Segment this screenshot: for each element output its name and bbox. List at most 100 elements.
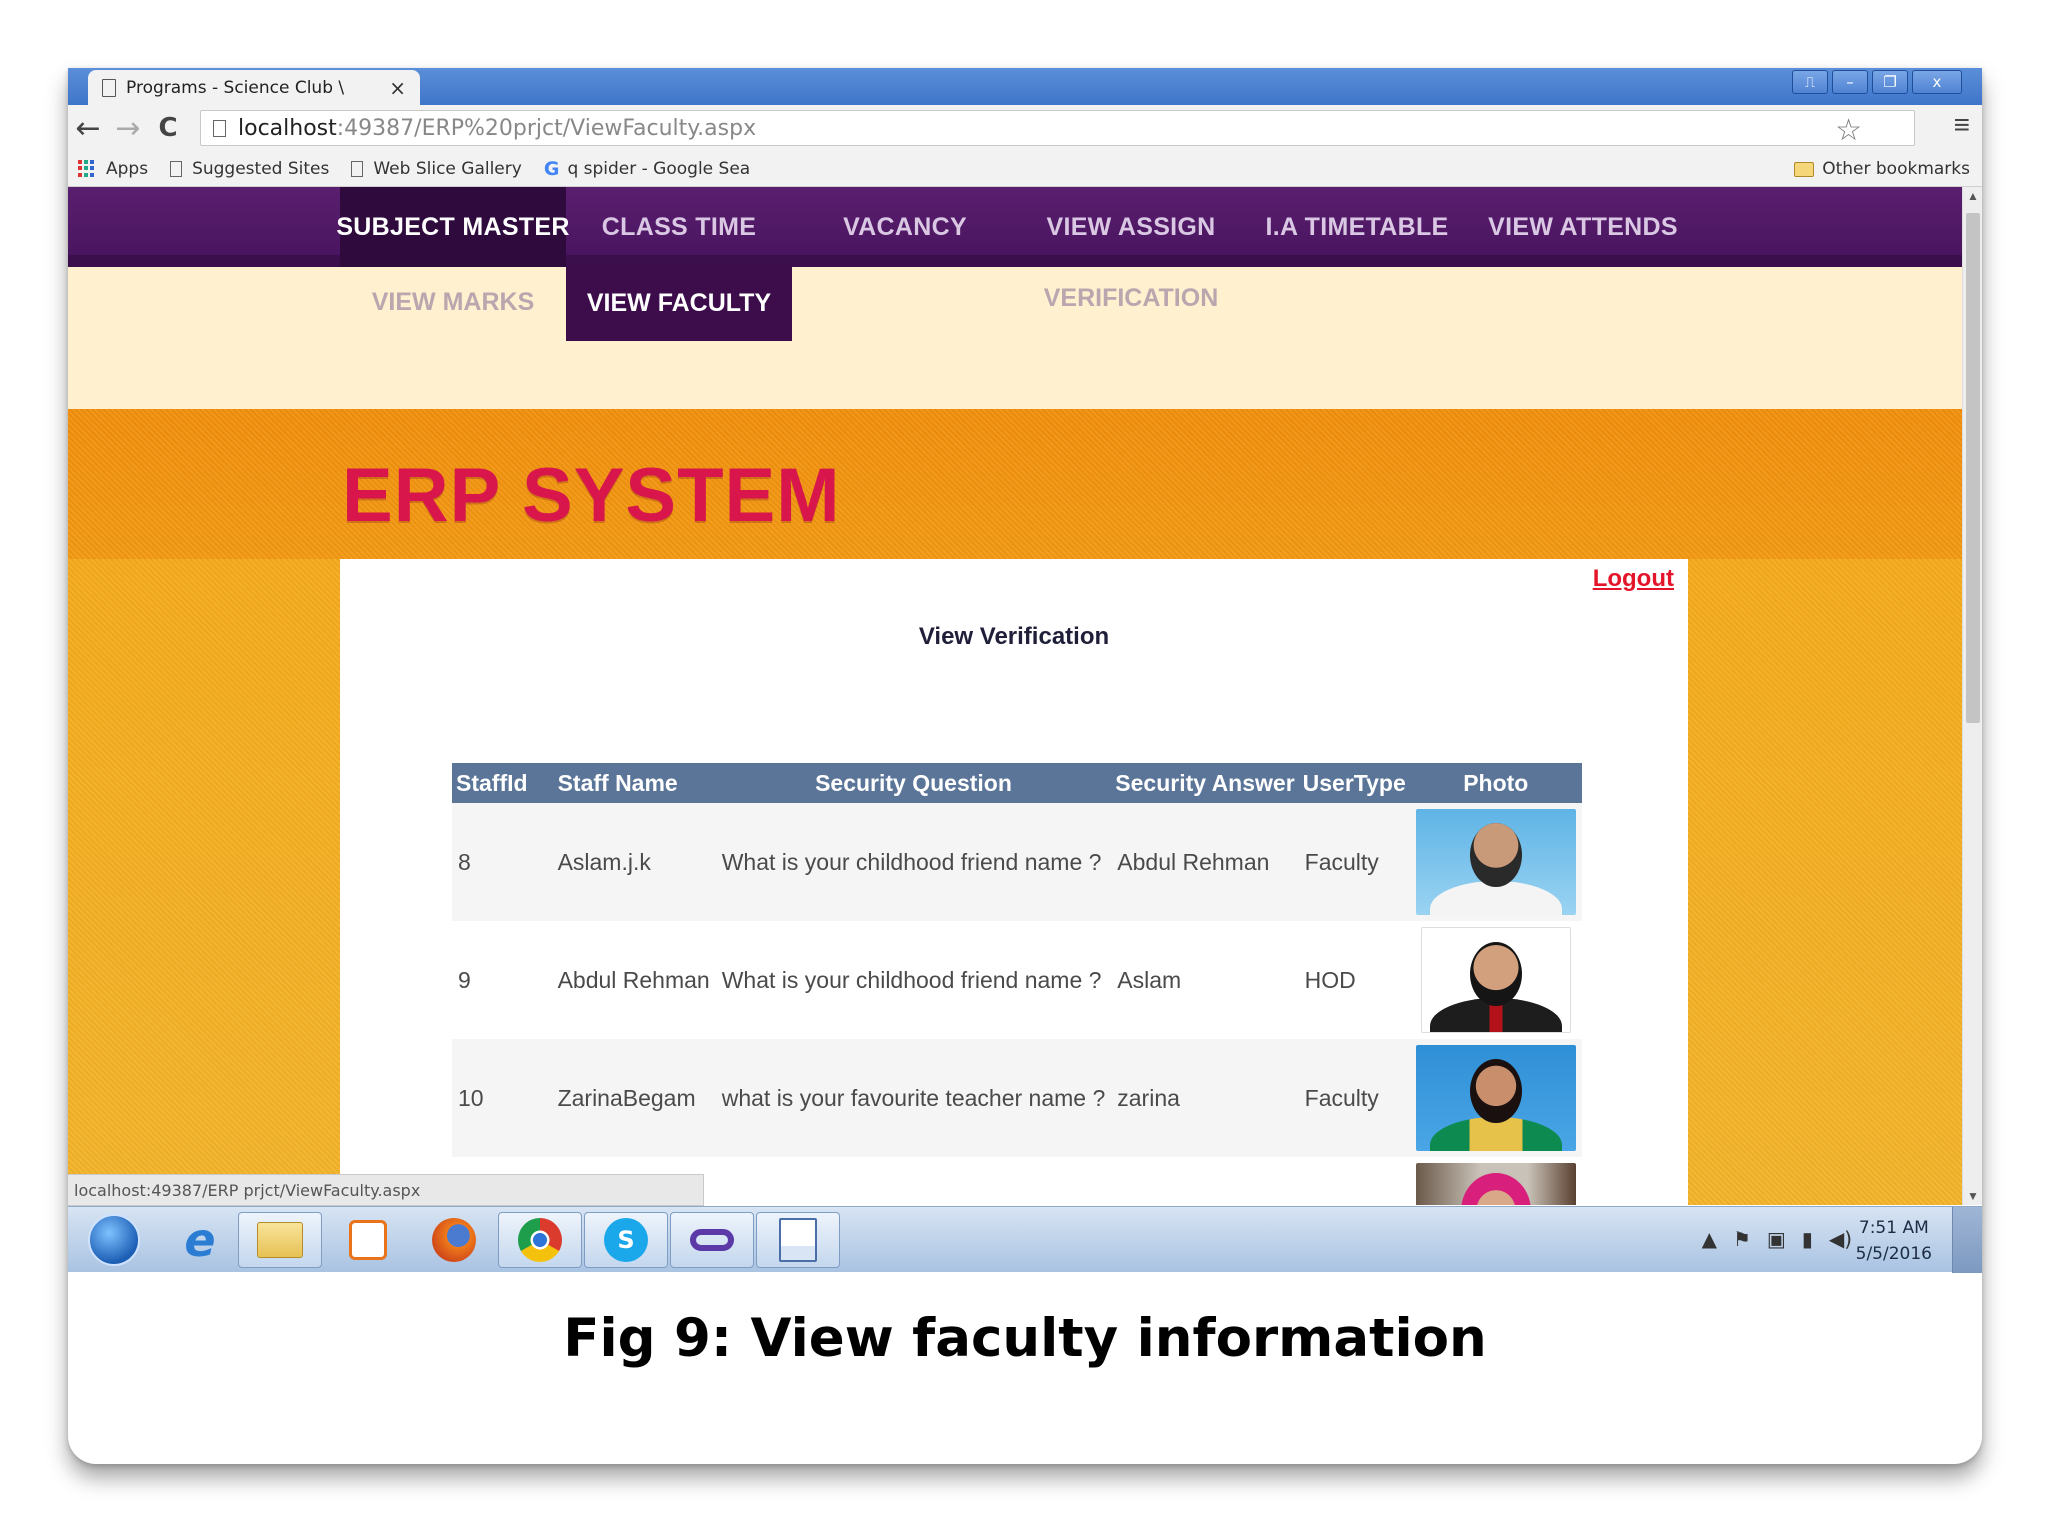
windows-taskbar: e S ▲ ⚑ ▣ ▮ ◀) 7:51 AM 5/5/2016 <box>68 1206 1982 1273</box>
chrome-icon[interactable] <box>498 1212 582 1268</box>
tab-title: Programs - Science Club \ <box>126 78 345 98</box>
windows-start-icon[interactable] <box>72 1212 156 1268</box>
bookmark-label: Apps <box>106 158 149 179</box>
url-path: :49387/ERP%20prjct/ViewFaculty.aspx <box>336 115 757 141</box>
tab-close-icon[interactable]: × <box>389 76 406 100</box>
internet-explorer-icon[interactable]: e <box>158 1212 242 1268</box>
column-header-staff-name: Staff Name <box>531 763 716 803</box>
page-icon <box>351 160 364 177</box>
scroll-down-icon[interactable]: ▼ <box>1963 1189 1982 1203</box>
site-logo: ERP SYSTEM <box>342 453 841 538</box>
bookmark-suggested-sites[interactable]: Suggested Sites <box>170 159 329 179</box>
chrome-menu-icon[interactable]: ≡ <box>1954 109 1970 141</box>
subnav-verification[interactable]: VERIFICATION <box>1018 267 1244 329</box>
cell-staff-name: Abdul Rehman <box>531 921 716 1039</box>
table-row: 10 ZarinaBegam what is your favourite te… <box>452 1039 1582 1157</box>
faculty-photo <box>1415 1045 1576 1151</box>
browser-tab[interactable]: Programs - Science Club \ × <box>88 70 420 106</box>
other-bookmarks[interactable]: Other bookmarks <box>1794 159 1970 179</box>
file-explorer-icon[interactable] <box>238 1212 322 1268</box>
cell-usertype: Faculty <box>1298 1039 1410 1157</box>
cell-security-question: what is your favourite teacher name ? <box>715 1157 1112 1205</box>
clock-date: 5/5/2016 <box>1855 1244 1932 1264</box>
table-row: 8 Aslam.j.k What is your childhood frien… <box>452 803 1582 921</box>
logout-link[interactable]: Logout <box>1593 565 1674 593</box>
restore-button[interactable]: ❐ <box>1872 70 1908 94</box>
close-window-button[interactable]: x <box>1912 70 1962 94</box>
faculty-photo <box>1415 809 1576 915</box>
nav-subject-master[interactable]: SUBJECT MASTER <box>336 187 569 267</box>
media-player-icon[interactable] <box>326 1212 410 1268</box>
minimize-button[interactable]: – <box>1832 70 1868 94</box>
apps-icon <box>78 159 96 178</box>
reload-icon[interactable]: C <box>148 113 188 143</box>
nav-class-time[interactable]: CLASS TIME <box>566 187 792 267</box>
user-profile-button[interactable]: ⎍ <box>1792 70 1828 94</box>
bookmark-apps[interactable]: Apps <box>78 159 148 179</box>
show-desktop-button[interactable] <box>1952 1207 1982 1273</box>
subnav-view-marks[interactable]: VIEW MARKS <box>340 267 566 337</box>
column-header-staffid: StaffId <box>452 763 532 803</box>
cell-staffid: 8 <box>452 803 532 921</box>
google-icon: G <box>543 157 560 180</box>
table-header-row: StaffId Staff Name Security Question Sec… <box>452 763 1582 803</box>
other-bookmarks-label: Other bookmarks <box>1822 159 1970 179</box>
skype-icon[interactable]: S <box>584 1212 668 1268</box>
address-bar[interactable]: localhost:49387/ERP%20prjct/ViewFaculty.… <box>200 110 1915 148</box>
network-icon[interactable]: ▮ <box>1802 1227 1813 1251</box>
clock-time: 7:51 AM <box>1858 1218 1929 1238</box>
page-scrollbar[interactable]: ▲ ▼ <box>1962 187 1982 1205</box>
content-panel: Logout View Verification StaffId Staff N… <box>340 559 1688 1205</box>
cell-photo <box>1409 921 1582 1039</box>
bookmark-q-spider[interactable]: G q spider - Google Sea <box>544 158 750 180</box>
visual-studio-icon[interactable] <box>670 1212 754 1268</box>
column-header-security-question: Security Question <box>715 763 1112 803</box>
firefox-icon[interactable] <box>412 1212 496 1268</box>
nav-view-assign[interactable]: VIEW ASSIGN <box>1018 187 1244 267</box>
cell-usertype: HOD <box>1298 921 1410 1039</box>
sub-nav: VIEW MARKS VIEW FACULTY VERIFICATION <box>68 265 1962 409</box>
faculty-table: StaffId Staff Name Security Question Sec… <box>452 763 1582 1205</box>
browser-titlebar: Programs - Science Club \ × ⎍ – ❐ x <box>68 68 1982 106</box>
bookmark-label: Suggested Sites <box>192 158 330 179</box>
nav-view-attends[interactable]: VIEW ATTENDS <box>1470 187 1696 267</box>
nav-ia-timetable[interactable]: I.A TIMETABLE <box>1244 187 1470 267</box>
cell-staff-name: Aslam.j.k <box>531 803 716 921</box>
page-title: View Verification <box>918 623 1110 650</box>
url-host: localhost <box>238 115 337 141</box>
folder-icon <box>1794 161 1815 177</box>
cell-security-answer: zarina <box>1111 1039 1299 1157</box>
cell-usertype: Faculty <box>1298 803 1410 921</box>
cell-photo <box>1409 1157 1582 1205</box>
scroll-up-icon[interactable]: ▲ <box>1963 189 1982 203</box>
nav-vacancy[interactable]: VACANCY <box>792 187 1018 267</box>
cell-security-question: What is your childhood friend name ? <box>715 803 1112 921</box>
word-icon[interactable] <box>756 1212 840 1268</box>
show-hidden-icons-icon[interactable]: ▲ <box>1702 1227 1717 1251</box>
cell-security-answer: Aslam <box>1111 921 1299 1039</box>
bookmark-star-icon[interactable]: ☆ <box>1835 113 1862 148</box>
device-icon[interactable]: ▣ <box>1767 1227 1786 1251</box>
column-header-photo: Photo <box>1409 763 1582 803</box>
cell-security-question: what is your favourite teacher name ? <box>715 1039 1112 1157</box>
cell-security-answer: Abdul Rehman <box>1111 1157 1299 1205</box>
bookmark-web-slice-gallery[interactable]: Web Slice Gallery <box>351 159 522 179</box>
cell-staffid: 9 <box>452 921 532 1039</box>
browser-toolbar: ← → C localhost:49387/ERP%20prjct/ViewFa… <box>68 105 1982 151</box>
back-icon[interactable]: ← <box>68 111 108 146</box>
forward-icon[interactable]: → <box>108 111 148 146</box>
column-header-security-answer: Security Answer <box>1111 763 1299 803</box>
faculty-photo <box>1420 927 1571 1033</box>
subnav-view-faculty[interactable]: VIEW FACULTY <box>566 265 792 341</box>
bookmark-label: q spider - Google Sea <box>567 158 751 179</box>
figure-caption: Fig 9: View faculty information <box>563 1308 1487 1369</box>
scrollbar-thumb[interactable] <box>1966 213 1980 723</box>
page-icon <box>170 160 183 177</box>
main-nav: SUBJECT MASTER CLASS TIME VACANCY VIEW A… <box>68 187 1962 267</box>
taskbar-clock[interactable]: 7:51 AM 5/5/2016 <box>1856 1215 1932 1267</box>
browser-status-bar: localhost:49387/ERP prjct/ViewFaculty.as… <box>68 1174 704 1206</box>
volume-icon[interactable]: ◀) <box>1829 1227 1852 1251</box>
page-icon <box>102 79 116 97</box>
action-center-icon[interactable]: ⚑ <box>1733 1227 1751 1251</box>
faculty-photo <box>1415 1163 1576 1205</box>
